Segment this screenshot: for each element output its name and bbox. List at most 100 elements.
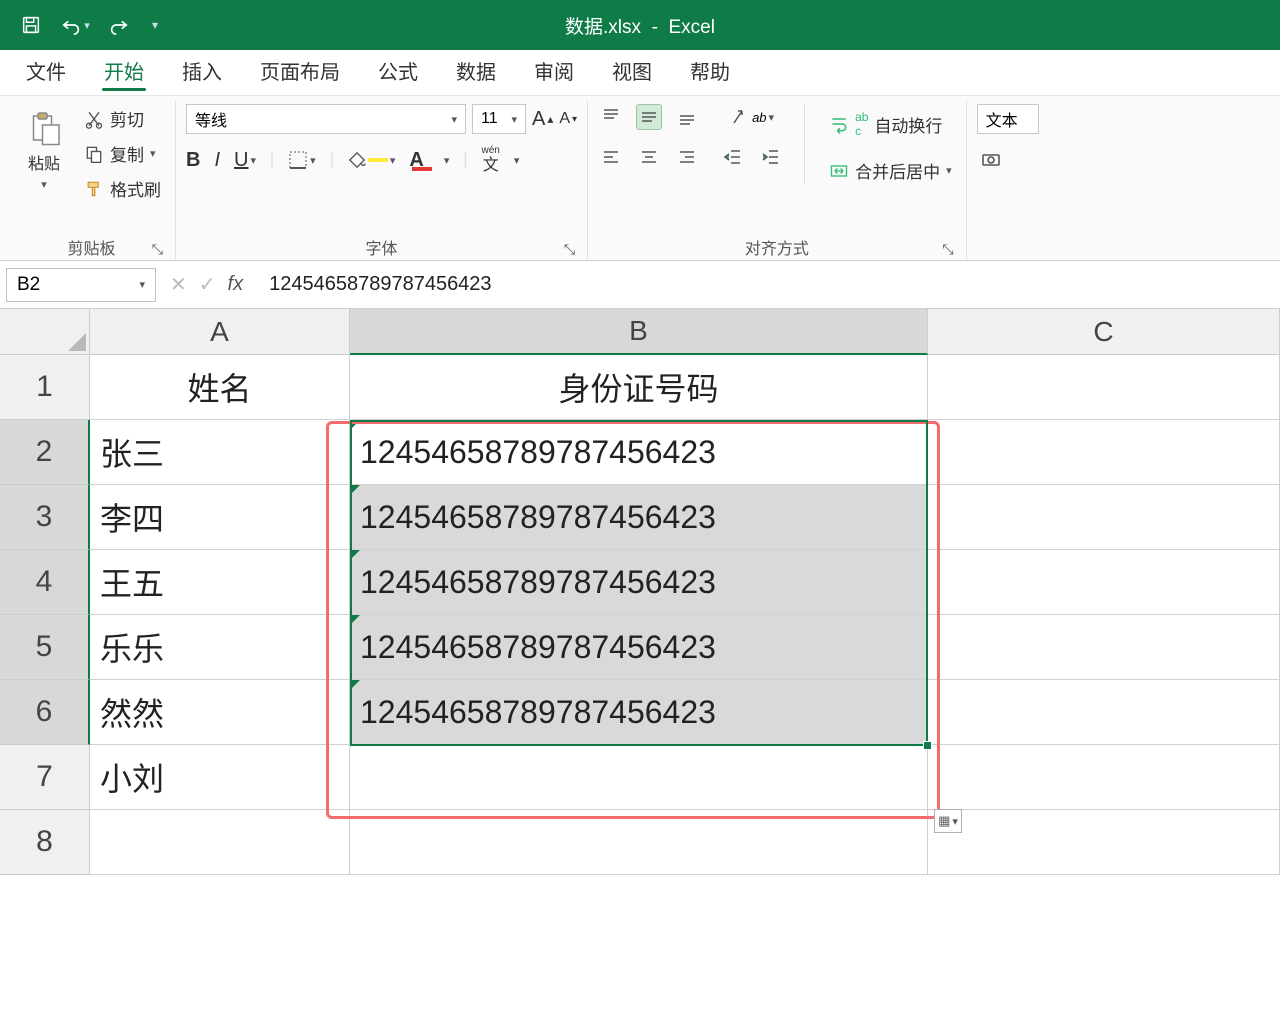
cell-B5[interactable]: 12454658789787456423 <box>350 615 928 680</box>
text-indicator-icon <box>350 680 360 690</box>
borders-button[interactable]: ▾ <box>288 150 316 170</box>
cell-B3[interactable]: 12454658789787456423 <box>350 485 928 550</box>
cell-A2[interactable]: 张三 <box>90 420 350 485</box>
font-launcher-icon[interactable]: ⤡ <box>564 241 575 258</box>
cells-area: 姓名身份证号码张三12454658789787456423李四124546587… <box>90 355 1280 875</box>
italic-button[interactable]: I <box>214 149 220 172</box>
cell-B8[interactable] <box>350 810 928 875</box>
col-header-A[interactable]: A <box>90 309 350 355</box>
align-bottom-button[interactable] <box>674 104 700 130</box>
align-center-button[interactable] <box>636 144 662 170</box>
orientation-button[interactable]: ab▾ <box>720 104 784 130</box>
cut-button[interactable]: 剪切 <box>80 104 148 133</box>
cell-A3[interactable]: 李四 <box>90 485 350 550</box>
text-indicator-icon <box>350 550 360 560</box>
tab-data[interactable]: 数据 <box>442 48 510 95</box>
cell-C8[interactable] <box>928 810 1280 875</box>
undo-button[interactable]: ▾ <box>56 6 94 44</box>
tab-view[interactable]: 视图 <box>598 48 666 95</box>
cell-A5[interactable]: 乐乐 <box>90 615 350 680</box>
col-header-B[interactable]: B <box>350 309 928 355</box>
text-indicator-icon <box>350 485 360 495</box>
bold-button[interactable]: B <box>186 149 200 172</box>
underline-button[interactable]: U▾ <box>234 149 256 172</box>
cell-A8[interactable] <box>90 810 350 875</box>
font-size-select[interactable]: 11▾ <box>472 104 526 134</box>
cell-C4[interactable] <box>928 550 1280 615</box>
tab-review[interactable]: 审阅 <box>520 48 588 95</box>
cell-C5[interactable] <box>928 615 1280 680</box>
fx-icon[interactable]: fx <box>228 273 244 296</box>
align-right-button[interactable] <box>674 144 700 170</box>
clipboard-launcher-icon[interactable]: ⤡ <box>152 241 163 258</box>
cell-B2[interactable]: 12454658789787456423 <box>350 420 928 485</box>
formula-cancel-icon[interactable]: ✕ <box>170 272 187 297</box>
number-format-select[interactable]: 文本 <box>977 104 1039 134</box>
font-name-select[interactable]: 等线▾ <box>186 104 466 134</box>
text-indicator-icon <box>350 615 360 625</box>
redo-button[interactable] <box>100 6 138 44</box>
align-middle-button[interactable] <box>636 104 662 130</box>
formula-input[interactable]: 12454658789787456423 <box>257 273 1280 296</box>
align-left-button[interactable] <box>598 144 624 170</box>
cell-C1[interactable] <box>928 355 1280 420</box>
copy-button[interactable]: 复制 ▾ <box>80 139 160 168</box>
align-launcher-icon[interactable]: ⤡ <box>942 241 953 258</box>
merge-center-button[interactable]: 合并后居中 ▾ <box>825 156 956 185</box>
phonetic-button[interactable]: wén文 <box>482 146 500 174</box>
ribbon: 粘贴▾ 剪切 复制 ▾ 格式刷 剪贴板 ⤡ 等线▾ 11▾ A▴ A▾ B I U… <box>0 96 1280 261</box>
col-header-C[interactable]: C <box>928 309 1280 355</box>
fill-color-button[interactable]: ▾ <box>348 151 396 169</box>
tab-insert[interactable]: 插入 <box>168 48 236 95</box>
tab-layout[interactable]: 页面布局 <box>246 48 354 95</box>
increase-font-button[interactable]: A▴ <box>532 108 553 131</box>
decrease-indent-button[interactable] <box>720 144 746 170</box>
increase-indent-button[interactable] <box>758 144 784 170</box>
formula-enter-icon[interactable]: ✓ <box>199 272 216 297</box>
clipboard-label: 剪贴板 <box>67 235 115 259</box>
row-header-4[interactable]: 4 <box>0 550 90 615</box>
row-header-6[interactable]: 6 <box>0 680 90 745</box>
font-label: 字体 <box>366 235 398 259</box>
paste-button[interactable]: 粘贴▾ <box>18 104 70 197</box>
cell-A7[interactable]: 小刘 <box>90 745 350 810</box>
currency-button[interactable] <box>977 148 1005 172</box>
align-top-button[interactable] <box>598 104 624 130</box>
cell-B1[interactable]: 身份证号码 <box>350 355 928 420</box>
row-header-3[interactable]: 3 <box>0 485 90 550</box>
column-headers: ABC <box>90 309 1280 355</box>
font-color-button[interactable]: A▾ <box>409 149 449 172</box>
group-clipboard: 粘贴▾ 剪切 复制 ▾ 格式刷 剪贴板 ⤡ <box>8 100 176 260</box>
cell-B6[interactable]: 12454658789787456423 <box>350 680 928 745</box>
tab-help[interactable]: 帮助 <box>676 48 744 95</box>
save-button[interactable] <box>12 6 50 44</box>
tab-home[interactable]: 开始 <box>90 48 158 95</box>
cell-A4[interactable]: 王五 <box>90 550 350 615</box>
name-box[interactable]: B2▾ <box>6 268 156 302</box>
cell-A6[interactable]: 然然 <box>90 680 350 745</box>
decrease-font-button[interactable]: A▾ <box>559 110 577 128</box>
cell-C6[interactable] <box>928 680 1280 745</box>
select-all-corner[interactable] <box>0 309 90 355</box>
tab-formulas[interactable]: 公式 <box>364 48 432 95</box>
row-header-8[interactable]: 8 <box>0 810 90 875</box>
row-header-2[interactable]: 2 <box>0 420 90 485</box>
row-header-1[interactable]: 1 <box>0 355 90 420</box>
row-header-7[interactable]: 7 <box>0 745 90 810</box>
group-font: 等线▾ 11▾ A▴ A▾ B I U▾ | ▾ | ▾ A▾ | wén文▾ … <box>176 100 588 260</box>
row-header-5[interactable]: 5 <box>0 615 90 680</box>
cell-B4[interactable]: 12454658789787456423 <box>350 550 928 615</box>
cell-C7[interactable] <box>928 745 1280 810</box>
cell-B7[interactable] <box>350 745 928 810</box>
ribbon-tabs: 文件 开始 插入 页面布局 公式 数据 审阅 视图 帮助 <box>0 50 1280 96</box>
format-painter-button[interactable]: 格式刷 <box>80 174 165 203</box>
title-bar: ▾ ▾ 数据.xlsx - Excel <box>0 0 1280 50</box>
cell-A1[interactable]: 姓名 <box>90 355 350 420</box>
row-headers: 12345678 <box>0 355 90 875</box>
qat-customize-button[interactable]: ▾ <box>144 6 166 44</box>
cell-C3[interactable] <box>928 485 1280 550</box>
wrap-text-button[interactable]: abc自动换行 <box>825 108 946 140</box>
tab-file[interactable]: 文件 <box>12 48 80 95</box>
cell-C2[interactable] <box>928 420 1280 485</box>
autofill-options-button[interactable]: ▦▾ <box>934 809 962 833</box>
